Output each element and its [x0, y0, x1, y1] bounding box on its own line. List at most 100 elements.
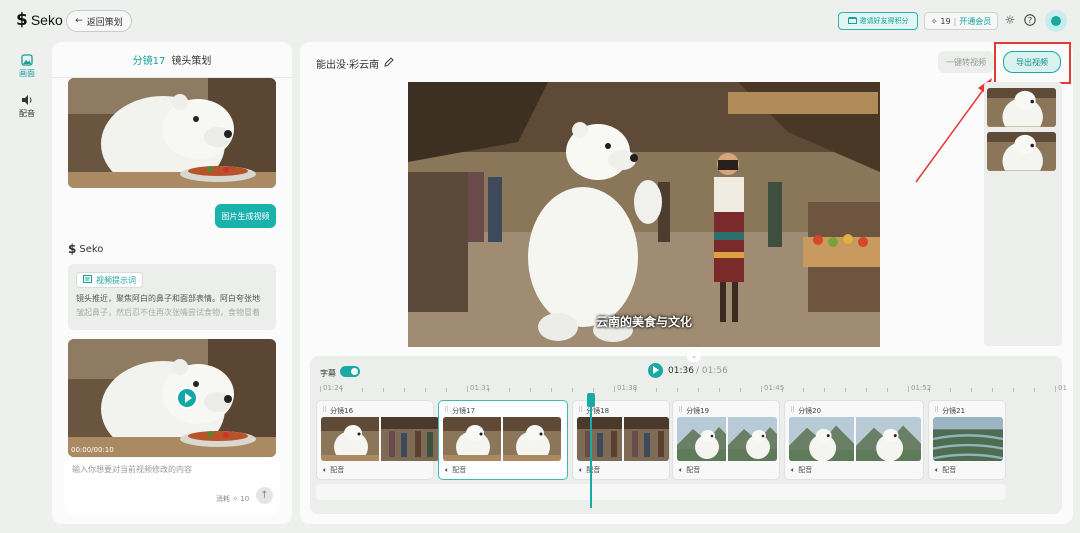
help-icon[interactable]: ? [1022, 12, 1038, 28]
empty-track[interactable] [316, 484, 1006, 500]
thumbnail[interactable] [987, 132, 1056, 171]
subtitle-toggle-label: 字幕 [320, 369, 336, 378]
ruler-tick [803, 388, 804, 392]
ruler-tick [383, 388, 384, 392]
rail-item-voice[interactable]: 配音 [12, 94, 42, 119]
subtitle-toggle[interactable] [340, 366, 360, 377]
invite-label: 邀请好友得积分 [859, 17, 909, 25]
panel-header: 分镜17 镜头策划 [52, 42, 292, 78]
play-icon[interactable] [176, 387, 198, 409]
clip-shot-20[interactable]: ⠿ 分镜20 🔈︎ 配音 [784, 400, 924, 480]
prompt-text: 镜头推近，聚焦阿白的鼻子和面部表情。阿白夸张地 [76, 294, 260, 303]
invite-friends-button[interactable]: 邀请好友得积分 [838, 12, 918, 30]
clip-track: ⠿ 分镜16 🔈︎ 配音 ⠿ 分镜17 🔈︎ 配音 ⠿ 分镜18 🔈︎ 配音 ⠿… [316, 400, 1058, 482]
logo-icon: $ [68, 242, 77, 256]
sun-icon[interactable]: ☼ [1002, 12, 1018, 28]
clip-shot-19[interactable]: ⠿ 分镜19 🔈︎ 配音 [672, 400, 780, 480]
ruler-tick [362, 388, 363, 392]
user-icon [1051, 16, 1061, 26]
video-editor-panel: 能出没·彩云南 一键转视频 导出视频 云南的美食与文化 ⌄ 字幕 01:36 /… [300, 42, 1073, 524]
avatar[interactable] [1045, 10, 1067, 32]
edit-video-input[interactable] [72, 464, 272, 486]
frame [443, 417, 501, 461]
ruler-tick [698, 388, 699, 392]
speaker-icon: 🔈︎ [445, 465, 450, 474]
panel-title: 镜头策划 [171, 56, 212, 67]
video-prompt-card[interactable]: 视频提示词 镜头推近，聚焦阿白的鼻子和面部表情。阿白夸张地 皱起鼻子，然后忍不住… [68, 264, 276, 330]
vip-link[interactable]: 开通会员 [959, 16, 991, 27]
ruler-tick [656, 388, 657, 392]
thumbnail[interactable] [987, 88, 1056, 127]
ruler-label: 01:38 [617, 384, 638, 392]
credits-widget[interactable]: ✧ 19 | 开通会员 [924, 12, 998, 30]
chat-video-preview[interactable]: 00:00/00:10 [68, 339, 276, 457]
arrow-up-icon: ↑ [260, 490, 269, 501]
ruler-label: 01:52 [911, 384, 932, 392]
clip-shot-16[interactable]: ⠿ 分镜16 🔈︎ 配音 [316, 400, 439, 480]
ruler-tick [467, 386, 468, 392]
ruler-tick [950, 388, 951, 392]
grip-icon[interactable]: ⠿ [444, 406, 449, 416]
clip-frames [321, 417, 439, 461]
grip-icon[interactable]: ⠿ [934, 406, 939, 416]
ruler-tick [971, 388, 972, 392]
frame [933, 417, 1003, 461]
svg-text:?: ? [1028, 16, 1032, 25]
clip-shot-18[interactable]: ⠿ 分镜18 🔈︎ 配音 [572, 400, 670, 480]
prompt-text-faded: 皱起鼻子，然后忍不住再次张嘴尝试食物，食物冒着 [76, 308, 260, 317]
image-to-video-button[interactable]: 图片生成视频 [215, 204, 276, 228]
frame [789, 417, 854, 461]
one-click-to-video-button[interactable]: 一键转视频 [938, 51, 994, 73]
grip-icon[interactable]: ⠿ [678, 406, 683, 416]
pencil-icon[interactable] [384, 57, 394, 70]
ruler-label: 01 [1058, 384, 1067, 392]
video-preview[interactable]: 云南的美食与文化 [408, 82, 880, 347]
grip-icon[interactable]: ⠿ [322, 406, 327, 416]
ruler-tick [404, 388, 405, 392]
time-ruler[interactable]: 01:24 01:31 01:38 01:45 01:52 01 [320, 384, 1067, 396]
ruler-tick [1034, 388, 1035, 392]
edit-input-box: 消耗 ✧ 10 ↑ [64, 458, 280, 514]
frame [321, 417, 379, 461]
ruler-tick [1013, 388, 1014, 392]
frame [856, 417, 921, 461]
back-to-planning-button[interactable]: ← 返回策划 [66, 10, 132, 32]
clip-shot-21[interactable]: ⠿ 分镜21 🔈︎ 配音 [928, 400, 1006, 480]
speaker-icon: 🔈︎ [679, 465, 684, 474]
grip-icon[interactable]: ⠿ [578, 406, 583, 416]
current-time: 01:36 [668, 366, 694, 376]
prompt-tag-label: 视频提示词 [96, 275, 136, 285]
cost-value: 10 [240, 495, 250, 503]
video-time: 00:00/00:10 [71, 446, 114, 454]
frame [503, 417, 561, 461]
ruler-tick [887, 388, 888, 392]
ruler-tick [824, 388, 825, 392]
clip-label: 分镜21 [942, 407, 966, 415]
ruler-tick [551, 388, 552, 392]
speaker-icon: 🔈︎ [579, 465, 584, 474]
ruler-tick [425, 388, 426, 392]
chevron-down-icon[interactable]: ⌄ [687, 350, 701, 362]
playhead[interactable] [587, 393, 595, 508]
speaker-icon: 🔈︎ [323, 465, 328, 474]
rail-label-voice: 配音 [19, 109, 35, 118]
assistant-label: Seko [79, 243, 104, 255]
speaker-icon: 🔈︎ [791, 465, 796, 474]
clip-frames [933, 417, 1003, 461]
ruler-label: 01:24 [323, 384, 344, 392]
play-button[interactable] [648, 363, 663, 378]
chat-image-bear-eating[interactable] [68, 78, 276, 188]
total-time: / 01:56 [696, 366, 728, 376]
ruler-tick [530, 388, 531, 392]
clip-audio-label: 配音 [586, 466, 601, 474]
video-subtitle: 云南的美食与文化 [595, 315, 692, 329]
grip-icon[interactable]: ⠿ [790, 406, 795, 416]
ruler-tick [908, 386, 909, 392]
send-button[interactable]: ↑ [256, 487, 273, 504]
sparkle-icon: ✧ [232, 495, 239, 503]
clip-shot-17[interactable]: ⠿ 分镜17 🔈︎ 配音 [438, 400, 568, 480]
rail-item-image[interactable]: 画面 [12, 54, 42, 79]
ruler-label: 01:45 [764, 384, 785, 392]
app-logo[interactable]: $ Seko [16, 11, 63, 29]
frame [577, 417, 622, 461]
